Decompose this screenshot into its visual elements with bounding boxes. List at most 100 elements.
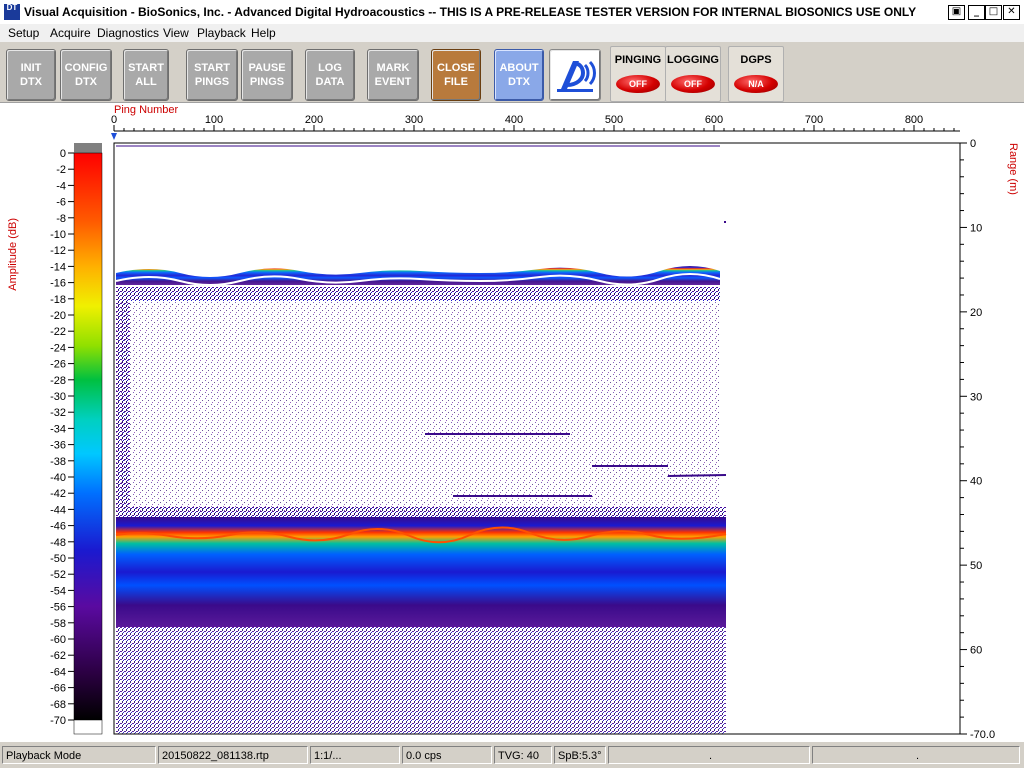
log-data-button[interactable]: LOG DATA bbox=[305, 49, 355, 101]
pinging-indicator-label: PINGING bbox=[614, 54, 662, 66]
amplitude-tick-label: -48 bbox=[50, 537, 66, 549]
amplitude-tick-label: -68 bbox=[50, 699, 66, 711]
ping-tick-label: 800 bbox=[905, 114, 923, 126]
menu-acquire[interactable]: Acquire bbox=[50, 26, 91, 40]
window-title: Visual Acquisition - BioSonics, Inc. - A… bbox=[24, 5, 917, 19]
status-tvg: TVG: 40 bbox=[494, 746, 552, 764]
config-dtx-button[interactable]: CONFIG DTX bbox=[60, 49, 112, 101]
menu-diagnostics[interactable]: Diagnostics bbox=[97, 26, 159, 40]
pause-pings-button[interactable]: PAUSE PINGS bbox=[241, 49, 293, 101]
status-ratio: 1:1/... bbox=[310, 746, 400, 764]
status-extra-2: . bbox=[812, 746, 1020, 764]
amplitude-tick-label: -58 bbox=[50, 618, 66, 630]
range-tick-label: 50 bbox=[970, 560, 982, 572]
amplitude-tick-label: 0 bbox=[60, 148, 66, 160]
status-rate: 0.0 cps bbox=[402, 746, 492, 764]
amplitude-scale-cap bbox=[74, 143, 102, 153]
logging-indicator: LOGGING OFF bbox=[665, 46, 721, 102]
logging-indicator-label: LOGGING bbox=[667, 54, 719, 66]
menu-playback[interactable]: Playback bbox=[197, 26, 246, 40]
title-bar: DT Visual Acquisition - BioSonics, Inc. … bbox=[0, 0, 1024, 25]
amplitude-scale-ticks: 0 -2 -4 -6 -8 -10 -12 -14 -16 -18 -20 -22 -24 -26 -28 -… bbox=[50, 148, 74, 727]
status-extra-1: . bbox=[608, 746, 810, 764]
status-bar: Playback Mode 20150822_081138.rtp 1:1/..… bbox=[0, 744, 1024, 768]
start-pings-button[interactable]: START PINGS bbox=[186, 49, 238, 101]
app-icon: DT bbox=[4, 4, 20, 20]
range-tick-label: 0 bbox=[970, 138, 976, 150]
close-window-button[interactable]: ✕ bbox=[1003, 5, 1020, 20]
amplitude-tick-label: -2 bbox=[56, 164, 66, 176]
close-file-button[interactable]: CLOSE FILE bbox=[431, 49, 481, 101]
restore-window-button[interactable]: ▣ bbox=[948, 5, 965, 20]
amplitude-tick-label: -60 bbox=[50, 634, 66, 646]
pinging-indicator: PINGING OFF bbox=[610, 46, 666, 102]
menu-help[interactable]: Help bbox=[251, 26, 276, 40]
maximize-button[interactable]: □ bbox=[985, 5, 1002, 20]
amplitude-tick-label: -30 bbox=[50, 391, 66, 403]
amplitude-tick-label: -52 bbox=[50, 569, 66, 581]
amplitude-tick-label: -62 bbox=[50, 650, 66, 662]
amplitude-tick-label: -4 bbox=[56, 180, 66, 192]
amplitude-tick-label: -56 bbox=[50, 602, 66, 614]
about-dtx-button[interactable]: ABOUT DTX bbox=[494, 49, 544, 101]
seabed-echo bbox=[116, 517, 726, 627]
minimize-button[interactable]: _ bbox=[968, 5, 985, 20]
current-ping-marker-icon[interactable] bbox=[111, 133, 117, 140]
range-tick-label: 60 bbox=[970, 645, 982, 657]
amplitude-tick-label: -38 bbox=[50, 456, 66, 468]
amplitude-tick-label: -66 bbox=[50, 683, 66, 695]
init-dtx-button[interactable]: INIT DTX bbox=[6, 49, 56, 101]
range-tick-label: -70.0 bbox=[970, 729, 995, 741]
amplitude-tick-label: -70 bbox=[50, 715, 66, 727]
range-tick-label: 20 bbox=[970, 307, 982, 319]
biosonics-logo-button[interactable] bbox=[549, 49, 601, 101]
amplitude-tick-label: -34 bbox=[50, 423, 66, 435]
menu-view[interactable]: View bbox=[163, 26, 189, 40]
status-mode: Playback Mode bbox=[2, 746, 156, 764]
menu-bar: Setup Acquire Diagnostics View Playback … bbox=[0, 24, 1024, 42]
ping-tick-label: 500 bbox=[605, 114, 623, 126]
amplitude-tick-label: -44 bbox=[50, 504, 66, 516]
amplitude-tick-label: -64 bbox=[50, 666, 66, 678]
range-tick-label: 30 bbox=[970, 391, 982, 403]
ping-number-ticks: 0 100 200 300 400 500 600 700 800 bbox=[111, 114, 955, 131]
amplitude-tick-label: -28 bbox=[50, 375, 66, 387]
ping-tick-label: 100 bbox=[205, 114, 223, 126]
amplitude-tick-label: -18 bbox=[50, 294, 66, 306]
amplitude-tick-label: -6 bbox=[56, 197, 66, 209]
amplitude-tick-label: -32 bbox=[50, 407, 66, 419]
menu-setup[interactable]: Setup bbox=[8, 26, 39, 40]
ping-tick-label: 700 bbox=[805, 114, 823, 126]
status-spb: SpB:5.3° bbox=[554, 746, 606, 764]
range-axis-label: Range (m) bbox=[1007, 143, 1019, 195]
echogram-panel[interactable]: Amplitude (dB) 0 -2 -4 -6 -8 -10 -12 -14 -16 -18 -… bbox=[0, 103, 1024, 742]
echogram-view[interactable]: Amplitude (dB) 0 -2 -4 -6 -8 -10 -12 -14 -16 -18 -… bbox=[0, 103, 1024, 742]
ping-tick-label: 300 bbox=[405, 114, 423, 126]
amplitude-tick-label: -12 bbox=[50, 245, 66, 257]
mark-event-button[interactable]: MARK EVENT bbox=[367, 49, 419, 101]
dgps-indicator-label: DGPS bbox=[740, 54, 772, 66]
amplitude-tick-label: -26 bbox=[50, 359, 66, 371]
ping-tick-label: 400 bbox=[505, 114, 523, 126]
amplitude-scale-floor bbox=[73, 719, 103, 735]
x-axis-label: Ping Number bbox=[114, 104, 179, 116]
range-ticks: 0 10 20 30 40 50 60 -70.0 bbox=[960, 138, 995, 741]
range-tick-label: 10 bbox=[970, 222, 982, 234]
amplitude-tick-label: -40 bbox=[50, 472, 66, 484]
amplitude-tick-label: -42 bbox=[50, 488, 66, 500]
amplitude-tick-label: -8 bbox=[56, 213, 66, 225]
dgps-status-led: N/A bbox=[734, 75, 778, 93]
amplitude-tick-label: -22 bbox=[50, 326, 66, 338]
amplitude-tick-label: -46 bbox=[50, 521, 66, 533]
ping-tick-label: 600 bbox=[705, 114, 723, 126]
ping-tick-label: 0 bbox=[111, 114, 117, 126]
range-tick-label: 40 bbox=[970, 476, 982, 488]
start-all-button[interactable]: START ALL bbox=[123, 49, 169, 101]
ping-tick-label: 200 bbox=[305, 114, 323, 126]
amplitude-tick-label: -50 bbox=[50, 553, 66, 565]
amplitude-tick-label: -54 bbox=[50, 585, 66, 597]
amplitude-tick-label: -14 bbox=[50, 261, 66, 273]
toolbar: INIT DTX CONFIG DTX START ALL START PING… bbox=[0, 42, 1024, 103]
amplitude-color-scale bbox=[73, 152, 103, 721]
dgps-indicator: DGPS N/A bbox=[728, 46, 784, 102]
